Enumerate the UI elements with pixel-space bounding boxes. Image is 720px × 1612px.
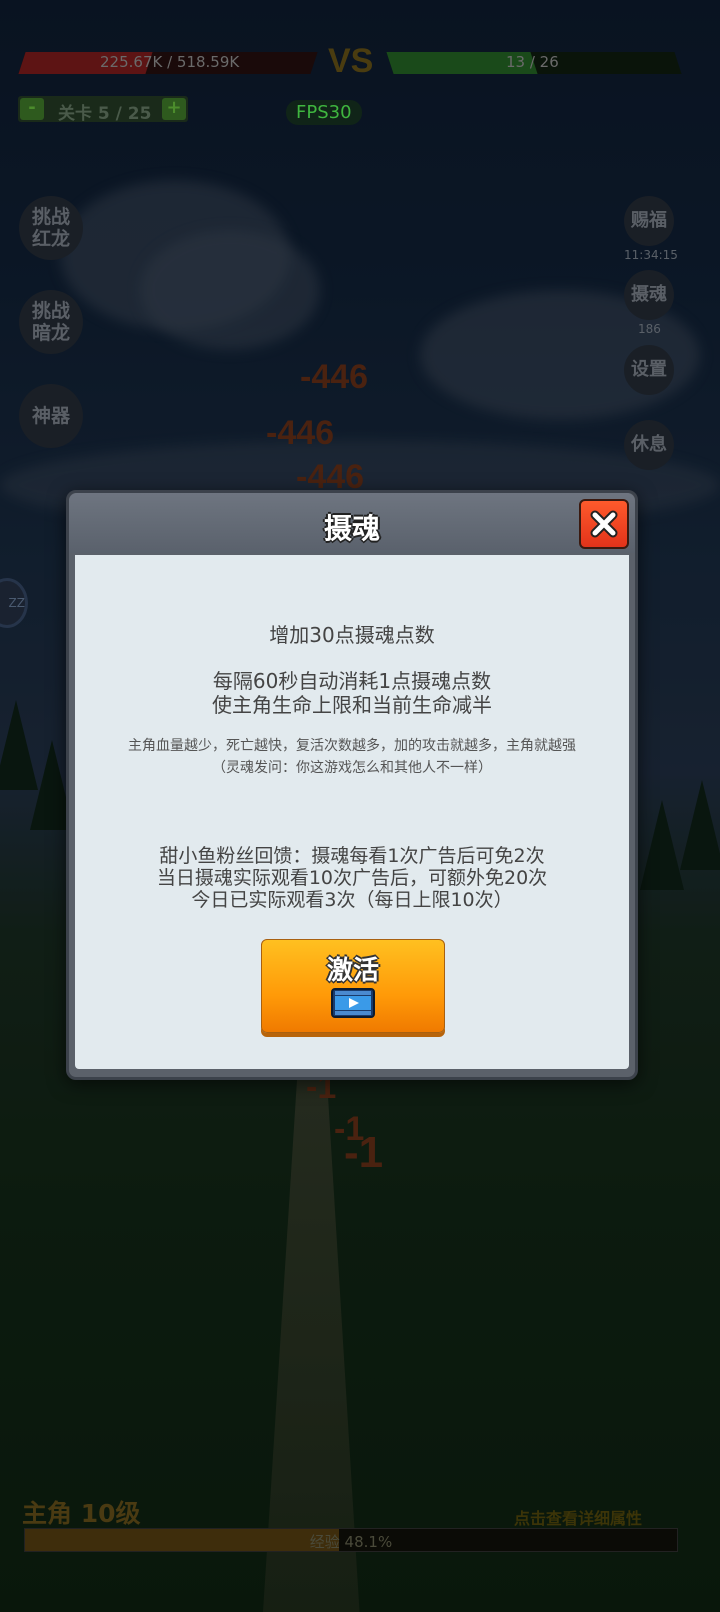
soul-dialog: 摄魂 增加30点摄魂点数 每隔60秒自动消耗1点摄魂点数 使主角生命上限和当前生… [66, 490, 638, 1080]
damage-number: -446 [300, 358, 369, 396]
challenge-dark-dragon-button[interactable]: 挑战 暗龙 [19, 290, 83, 354]
exp-label: 经验 48.1% [309, 1533, 393, 1551]
close-x-icon [590, 510, 618, 538]
level-label: 关卡 5 / 25 [58, 104, 152, 124]
damage-number: -1 [344, 1128, 384, 1177]
soul-count: 186 [638, 322, 661, 336]
video-play-icon [331, 988, 375, 1018]
fps-counter: FPS30 [286, 100, 362, 125]
close-button[interactable] [579, 499, 629, 549]
enemy-hp-text: 225.67K / 518.59K [100, 53, 240, 71]
blessing-timer: 11:34:15 [624, 248, 678, 262]
dialog-body: 增加30点摄魂点数 每隔60秒自动消耗1点摄魂点数 使主角生命上限和当前生命减半… [75, 555, 629, 1069]
artifact-button[interactable]: 神器 [19, 384, 83, 448]
detail-attributes-link[interactable]: 点击查看详细属性 [514, 1505, 642, 1529]
player-units-text: 13 / 26 [506, 53, 559, 71]
soul-button[interactable]: 摄魂 [624, 270, 674, 320]
challenge-red-dragon-button[interactable]: 挑战 红龙 [19, 196, 83, 260]
effect-line-3: 使主角生命上限和当前生命减半 [212, 693, 492, 717]
note-line-2: （灵魂发问：你这游戏怎么和其他人不一样） [212, 760, 492, 776]
dialog-title: 摄魂 [323, 512, 380, 545]
activate-label: 激活 [326, 956, 379, 986]
level-next-button[interactable]: + [162, 98, 186, 120]
level-prev-button[interactable]: - [20, 98, 44, 120]
activate-button[interactable]: 激活 [261, 939, 445, 1033]
effect-line-1: 增加30点摄魂点数 [269, 623, 435, 647]
settings-button[interactable]: 设置 [624, 345, 674, 395]
hero-level: 主角 10级 [22, 1499, 141, 1528]
fan-line-3: 今日已实际观看3次（每日上限10次） [191, 889, 513, 911]
damage-number: -446 [266, 414, 335, 452]
note-line-1: 主角血量越少，死亡越快，复活次数越多，加的攻击就越多，主角就越强 [128, 738, 576, 754]
rest-button[interactable]: 休息 [624, 420, 674, 470]
exp-bar: 经验 48.1% [24, 1528, 678, 1552]
dialog-header: 摄魂 [69, 493, 635, 553]
vs-label: VS [328, 42, 374, 80]
blessing-button[interactable]: 赐福 [624, 196, 674, 246]
